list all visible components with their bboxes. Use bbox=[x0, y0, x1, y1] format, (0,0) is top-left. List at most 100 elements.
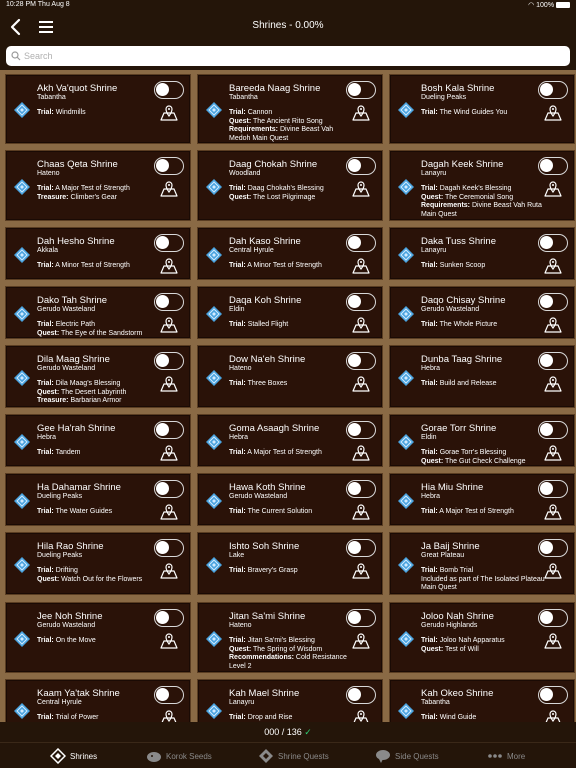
shrine-details: Trial: On the Move bbox=[37, 637, 161, 646]
map-pin-icon[interactable] bbox=[544, 317, 562, 333]
completed-toggle[interactable] bbox=[154, 234, 184, 252]
completed-toggle[interactable] bbox=[538, 686, 568, 704]
shrine-card[interactable]: Ja Baij Shrine Great Plateau Trial: Bomb T… bbox=[390, 533, 574, 594]
map-pin-icon[interactable] bbox=[352, 445, 370, 461]
map-pin-icon[interactable] bbox=[544, 105, 562, 121]
shrine-card[interactable]: Ishto Soh Shrine Lake Trial: Bravery's Gra… bbox=[198, 533, 382, 594]
shrine-card[interactable]: Gee Ha'rah Shrine Hebra Trial: Tandem bbox=[6, 415, 190, 466]
completed-toggle[interactable] bbox=[346, 352, 376, 370]
map-pin-icon[interactable] bbox=[544, 445, 562, 461]
completed-toggle[interactable] bbox=[346, 480, 376, 498]
map-pin-icon[interactable] bbox=[352, 317, 370, 333]
shrine-card[interactable]: Daqo Chisay Shrine Gerudo Wasteland Trial:… bbox=[390, 287, 574, 338]
shrine-diamond-icon bbox=[206, 433, 222, 450]
shrine-card[interactable]: Dunba Taag Shrine Hebra Trial: Build and R… bbox=[390, 346, 574, 407]
shrine-card[interactable]: Dah Hesho Shrine Akkala Trial: A Minor Tes… bbox=[6, 228, 190, 279]
shrine-card[interactable]: Kaam Ya'tak Shrine Central Hyrule Trial: T… bbox=[6, 680, 190, 722]
map-pin-icon[interactable] bbox=[160, 633, 178, 649]
map-pin-icon[interactable] bbox=[352, 376, 370, 392]
shrine-card[interactable]: Goma Asaagh Shrine Hebra Trial: A Major Te… bbox=[198, 415, 382, 466]
shrine-card[interactable]: Jee Noh Shrine Gerudo Wasteland Trial: On … bbox=[6, 603, 190, 672]
search-input[interactable] bbox=[24, 48, 564, 64]
tab-label: Side Quests bbox=[395, 752, 439, 761]
completed-toggle[interactable] bbox=[538, 293, 568, 311]
map-pin-icon[interactable] bbox=[352, 105, 370, 121]
map-pin-icon[interactable] bbox=[160, 376, 178, 392]
shrine-card[interactable]: Ha Dahamar Shrine Dueling Peaks Trial: The… bbox=[6, 474, 190, 525]
map-pin-icon[interactable] bbox=[352, 181, 370, 197]
completed-toggle[interactable] bbox=[154, 81, 184, 99]
map-pin-icon[interactable] bbox=[160, 181, 178, 197]
map-pin-icon[interactable] bbox=[352, 563, 370, 579]
map-pin-icon[interactable] bbox=[160, 317, 178, 333]
completed-toggle[interactable] bbox=[538, 480, 568, 498]
map-pin-icon[interactable] bbox=[160, 563, 178, 579]
map-pin-icon[interactable] bbox=[160, 105, 178, 121]
shrine-details: Trial: Sunken Scoop bbox=[421, 262, 545, 271]
shrine-card[interactable]: Daqa Koh Shrine Eldin Trial: Stalled Fligh… bbox=[198, 287, 382, 338]
shrine-card[interactable]: Daag Chokah Shrine Woodland Trial: Daag Ch… bbox=[198, 151, 382, 220]
map-pin-icon[interactable] bbox=[544, 258, 562, 274]
completed-toggle[interactable] bbox=[154, 293, 184, 311]
completed-toggle[interactable] bbox=[154, 480, 184, 498]
shrine-card[interactable]: Joloo Nah Shrine Gerudo Highlands Trial: J… bbox=[390, 603, 574, 672]
completed-toggle[interactable] bbox=[346, 234, 376, 252]
completed-toggle[interactable] bbox=[346, 609, 376, 627]
shrine-card[interactable]: Daka Tuss Shrine Lanayru Trial: Sunken Sco… bbox=[390, 228, 574, 279]
map-pin-icon[interactable] bbox=[544, 633, 562, 649]
completed-toggle[interactable] bbox=[346, 293, 376, 311]
completed-toggle[interactable] bbox=[154, 686, 184, 704]
map-pin-icon[interactable] bbox=[352, 258, 370, 274]
map-pin-icon[interactable] bbox=[544, 710, 562, 722]
shrine-card[interactable]: Kah Mael Shrine Lanayru Trial: Drop and Ri… bbox=[198, 680, 382, 722]
shrine-card[interactable]: Dila Maag Shrine Gerudo Wasteland Trial: D… bbox=[6, 346, 190, 407]
shrine-grid[interactable]: Akh Va'quot Shrine Tabantha Trial: Windmil… bbox=[0, 70, 576, 722]
map-pin-icon[interactable] bbox=[160, 504, 178, 520]
map-pin-icon[interactable] bbox=[352, 633, 370, 649]
completed-toggle[interactable] bbox=[538, 234, 568, 252]
shrine-card[interactable]: Jitan Sa'mi Shrine Hateno Trial: Jitan Sa'… bbox=[198, 603, 382, 672]
shrine-card[interactable]: Chaas Qeta Shrine Hateno Trial: A Major Te… bbox=[6, 151, 190, 220]
map-pin-icon[interactable] bbox=[160, 445, 178, 461]
detail-line: Quest: The Desert Labyrinth bbox=[37, 389, 161, 398]
detail-value: The Lost Pilgrimage bbox=[253, 193, 316, 201]
shrine-card[interactable]: Dah Kaso Shrine Central Hyrule Trial: A Mi… bbox=[198, 228, 382, 279]
map-pin-icon[interactable] bbox=[544, 563, 562, 579]
completed-toggle[interactable] bbox=[346, 81, 376, 99]
completed-toggle[interactable] bbox=[538, 352, 568, 370]
shrine-card[interactable]: Kah Okeo Shrine Tabantha Trial: Wind Guide bbox=[390, 680, 574, 722]
completed-toggle[interactable] bbox=[154, 352, 184, 370]
completed-toggle[interactable] bbox=[154, 539, 184, 557]
completed-toggle[interactable] bbox=[346, 157, 376, 175]
shrine-card[interactable]: Dako Tah Shrine Gerudo Wasteland Trial: El… bbox=[6, 287, 190, 338]
completed-toggle[interactable] bbox=[154, 157, 184, 175]
completed-toggle[interactable] bbox=[154, 421, 184, 439]
completed-toggle[interactable] bbox=[538, 609, 568, 627]
map-pin-icon[interactable] bbox=[160, 710, 178, 722]
completed-toggle[interactable] bbox=[538, 421, 568, 439]
map-pin-icon[interactable] bbox=[352, 710, 370, 722]
completed-toggle[interactable] bbox=[346, 421, 376, 439]
shrine-card[interactable]: Hawa Koth Shrine Gerudo Wasteland Trial: T… bbox=[198, 474, 382, 525]
shrine-card[interactable]: Bareeda Naag Shrine Tabantha Trial: Cannon… bbox=[198, 75, 382, 143]
completed-toggle[interactable] bbox=[346, 686, 376, 704]
map-pin-icon[interactable] bbox=[352, 504, 370, 520]
completed-toggle[interactable] bbox=[346, 539, 376, 557]
completed-toggle[interactable] bbox=[538, 157, 568, 175]
completed-toggle[interactable] bbox=[154, 609, 184, 627]
shrine-card[interactable]: Hia Miu Shrine Hebra Trial: A Major Test o… bbox=[390, 474, 574, 525]
map-pin-icon[interactable] bbox=[544, 181, 562, 197]
shrine-card[interactable]: Akh Va'quot Shrine Tabantha Trial: Windmil… bbox=[6, 75, 190, 143]
completed-toggle[interactable] bbox=[538, 539, 568, 557]
shrine-card[interactable]: Gorae Torr Shrine Eldin Trial: Gorae Torr'… bbox=[390, 415, 574, 466]
shrine-card[interactable]: Hila Rao Shrine Dueling Peaks Trial: Drift… bbox=[6, 533, 190, 594]
map-pin-icon[interactable] bbox=[544, 376, 562, 392]
shrine-card[interactable]: Bosh Kala Shrine Dueling Peaks Trial: The … bbox=[390, 75, 574, 143]
map-pin-icon[interactable] bbox=[544, 504, 562, 520]
map-pin-icon[interactable] bbox=[160, 258, 178, 274]
search-field[interactable] bbox=[6, 46, 570, 66]
shrine-card[interactable]: Dow Na'eh Shrine Hateno Trial: Three Boxes bbox=[198, 346, 382, 407]
completed-toggle[interactable] bbox=[538, 81, 568, 99]
toggle-knob bbox=[540, 236, 553, 249]
shrine-card[interactable]: Dagah Keek Shrine Lanayru Trial: Dagah Kee… bbox=[390, 151, 574, 220]
